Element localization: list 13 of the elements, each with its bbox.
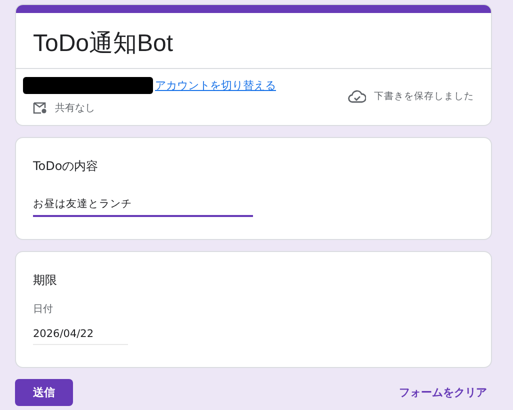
clear-form-link[interactable]: フォームをクリア	[399, 385, 487, 400]
date-label: 日付	[33, 303, 54, 316]
question-title: ToDoの内容	[33, 158, 100, 175]
mail-icon	[33, 102, 47, 114]
date-field[interactable]: 2026/04/22	[33, 328, 128, 345]
cloud-check-icon	[348, 90, 366, 102]
answer-field[interactable]: お昼は友達とランチ	[33, 197, 253, 217]
save-status: 下書きを保存しました	[374, 90, 474, 102]
question-title: 期限	[33, 272, 58, 289]
form-title: ToDo通知Bot	[16, 13, 491, 69]
sharing-status: 共有なし	[55, 102, 95, 115]
switch-account-link[interactable]: アカウントを切り替える	[155, 78, 276, 93]
submit-button[interactable]: 送信	[15, 379, 73, 406]
